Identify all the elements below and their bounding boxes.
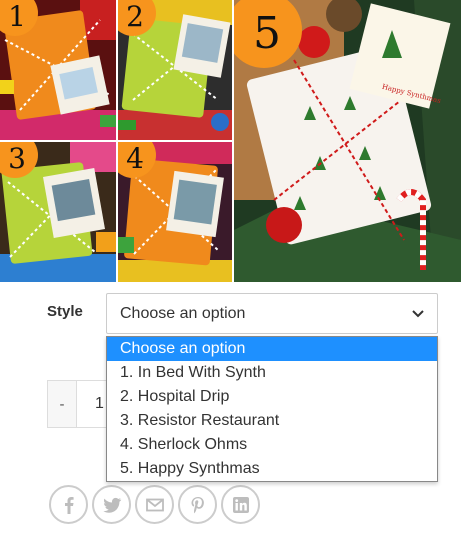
linkedin-icon: [232, 496, 249, 513]
gallery-thumb-1[interactable]: 1: [0, 0, 116, 140]
email-icon: [145, 498, 164, 511]
share-pinterest-button[interactable]: [178, 485, 217, 524]
gallery-thumb-3[interactable]: 3: [0, 142, 116, 282]
gallery-thumb-2[interactable]: 2: [118, 0, 232, 140]
pinterest-icon: [191, 496, 204, 513]
style-option-resistor-restaurant[interactable]: 3. Resistor Restaurant: [107, 409, 437, 433]
gallery-main-image[interactable]: Happy Synthmas 5: [234, 0, 461, 282]
share-email-button[interactable]: [135, 485, 174, 524]
product-gallery: 1 2 3 4 Happy Synthmas 5: [0, 0, 461, 282]
chevron-down-icon: [412, 310, 424, 318]
style-option-choose[interactable]: Choose an option: [107, 337, 437, 361]
style-options-list: Choose an option 1. In Bed With Synth 2.…: [106, 336, 438, 482]
share-linkedin-button[interactable]: [221, 485, 260, 524]
facebook-icon: [64, 496, 74, 514]
twitter-icon: [102, 497, 121, 513]
gallery-thumb-4[interactable]: 4: [118, 142, 232, 282]
style-label: Style: [47, 303, 83, 320]
social-share-bar: [49, 485, 260, 524]
style-option-sherlock-ohms[interactable]: 4. Sherlock Ohms: [107, 433, 437, 457]
style-select-value: Choose an option: [120, 304, 246, 322]
share-twitter-button[interactable]: [92, 485, 131, 524]
style-option-hospital-drip[interactable]: 2. Hospital Drip: [107, 385, 437, 409]
quantity-minus-button[interactable]: -: [48, 381, 77, 427]
share-facebook-button[interactable]: [49, 485, 88, 524]
style-option-in-bed-with-synth[interactable]: 1. In Bed With Synth: [107, 361, 437, 385]
style-option-happy-synthmas[interactable]: 5. Happy Synthmas: [107, 457, 437, 481]
style-select[interactable]: Choose an option: [106, 293, 438, 334]
